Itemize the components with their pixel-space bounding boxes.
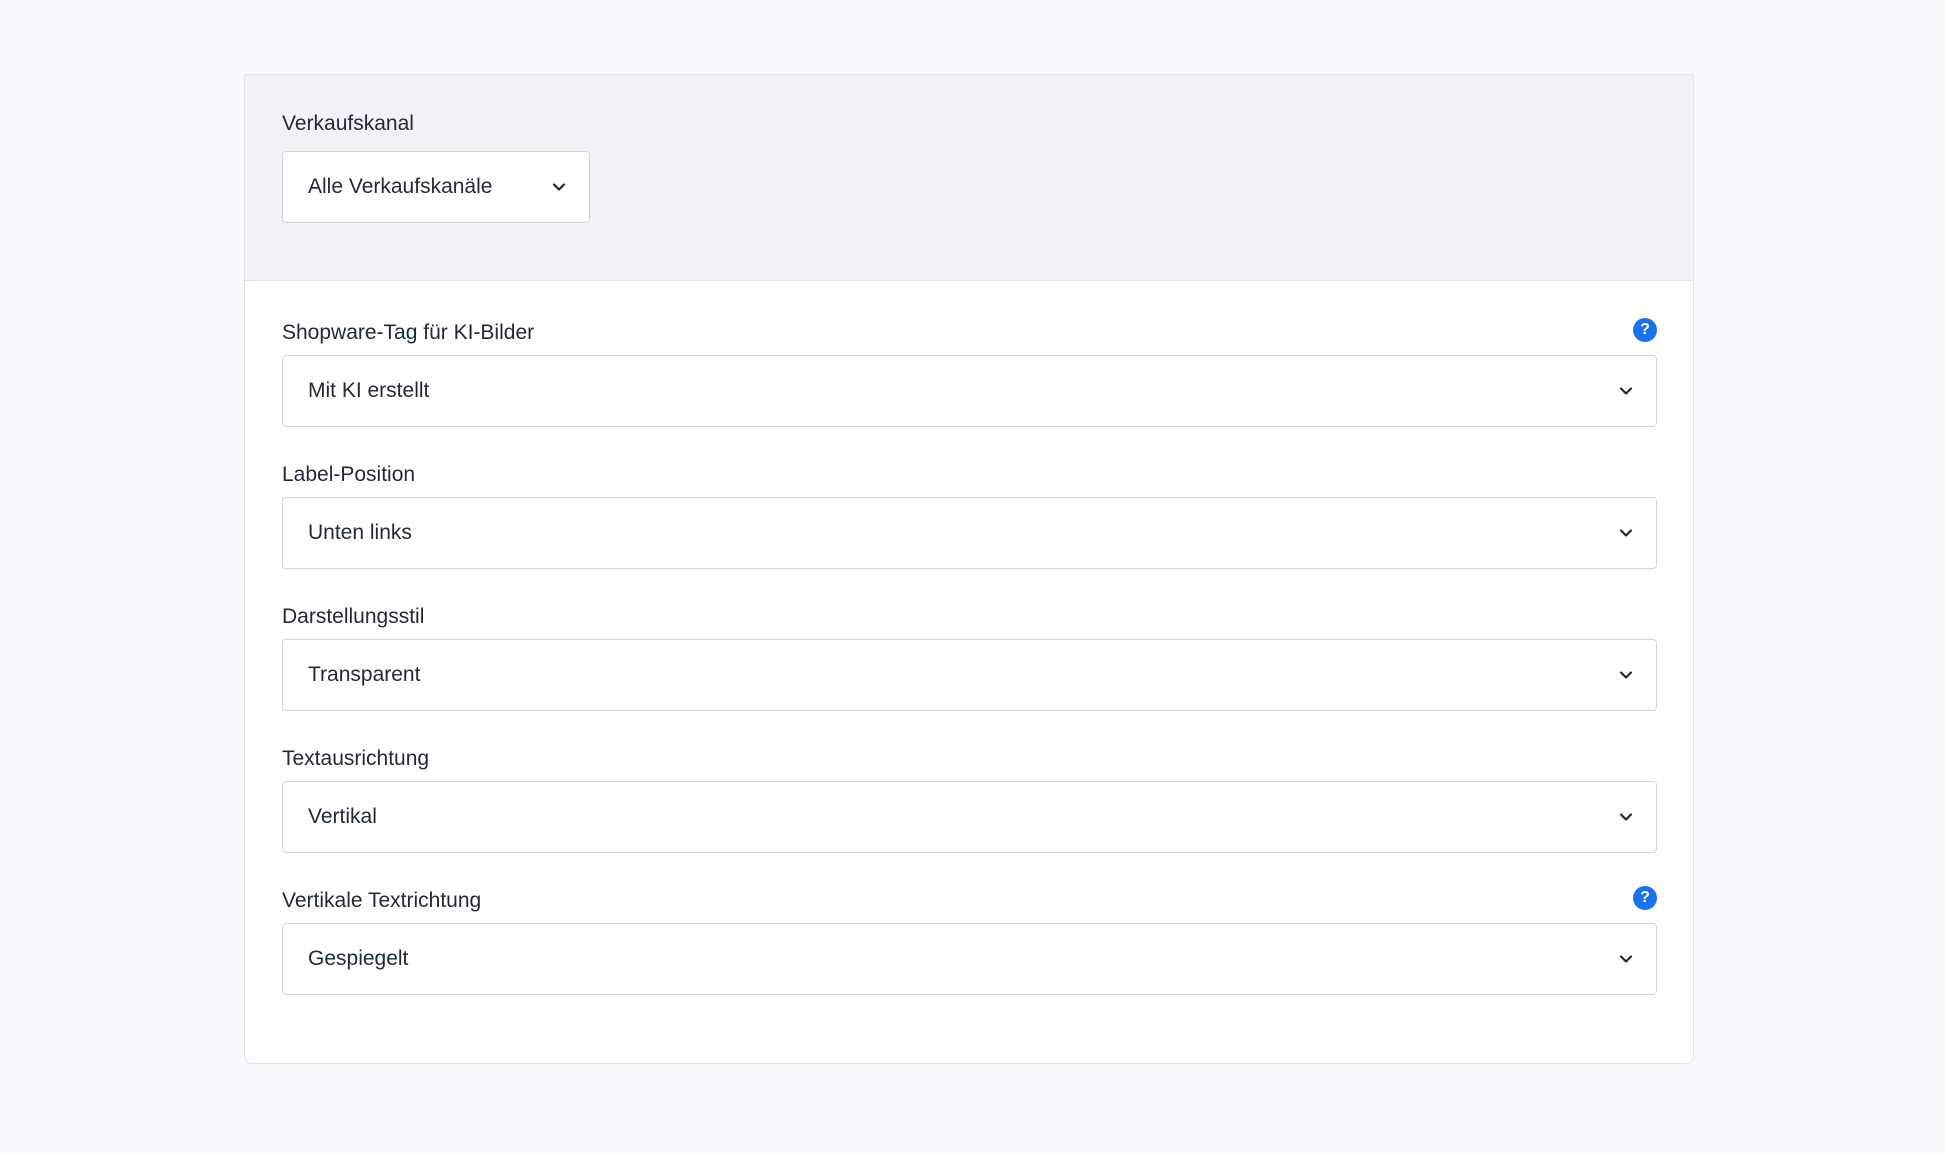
text-alignment-select[interactable]: Vertikal xyxy=(282,781,1657,853)
vertical-text-direction-label: Vertikale Textrichtung xyxy=(282,889,482,912)
vertical-text-direction-value: Gespiegelt xyxy=(308,947,409,970)
sales-channel-select[interactable]: Alle Verkaufskanäle xyxy=(282,151,590,223)
display-style-label: Darstellungsstil xyxy=(282,605,425,628)
sales-channel-label: Verkaufskanal xyxy=(282,112,414,135)
chevron-down-icon xyxy=(551,179,567,195)
vertical-text-direction-select[interactable]: Gespiegelt xyxy=(282,923,1657,995)
sales-channel-value: Alle Verkaufskanäle xyxy=(308,175,493,198)
display-style-value: Transparent xyxy=(308,663,421,686)
display-style-select[interactable]: Transparent xyxy=(282,639,1657,711)
question-mark-icon[interactable]: ? xyxy=(1633,318,1657,342)
settings-card: Verkaufskanal Alle Verkaufskanäle Shopwa… xyxy=(244,74,1694,1064)
label-position-label: Label-Position xyxy=(282,463,416,486)
ai-image-tag-value: Mit KI erstellt xyxy=(308,379,430,402)
chevron-down-icon xyxy=(1618,951,1634,967)
label-position-select[interactable]: Unten links xyxy=(282,497,1657,569)
chevron-down-icon xyxy=(1618,383,1634,399)
chevron-down-icon xyxy=(1618,809,1634,825)
sales-channel-section: Verkaufskanal Alle Verkaufskanäle xyxy=(245,75,1693,281)
ai-image-tag-label: Shopware-Tag für KI-Bilder xyxy=(282,321,535,344)
text-alignment-label: Textausrichtung xyxy=(282,747,430,770)
text-alignment-value: Vertikal xyxy=(308,805,377,828)
label-position-value: Unten links xyxy=(308,521,412,544)
chevron-down-icon xyxy=(1618,667,1634,683)
chevron-down-icon xyxy=(1618,525,1634,541)
ai-image-tag-select[interactable]: Mit KI erstellt xyxy=(282,355,1657,427)
question-mark-icon[interactable]: ? xyxy=(1633,886,1657,910)
